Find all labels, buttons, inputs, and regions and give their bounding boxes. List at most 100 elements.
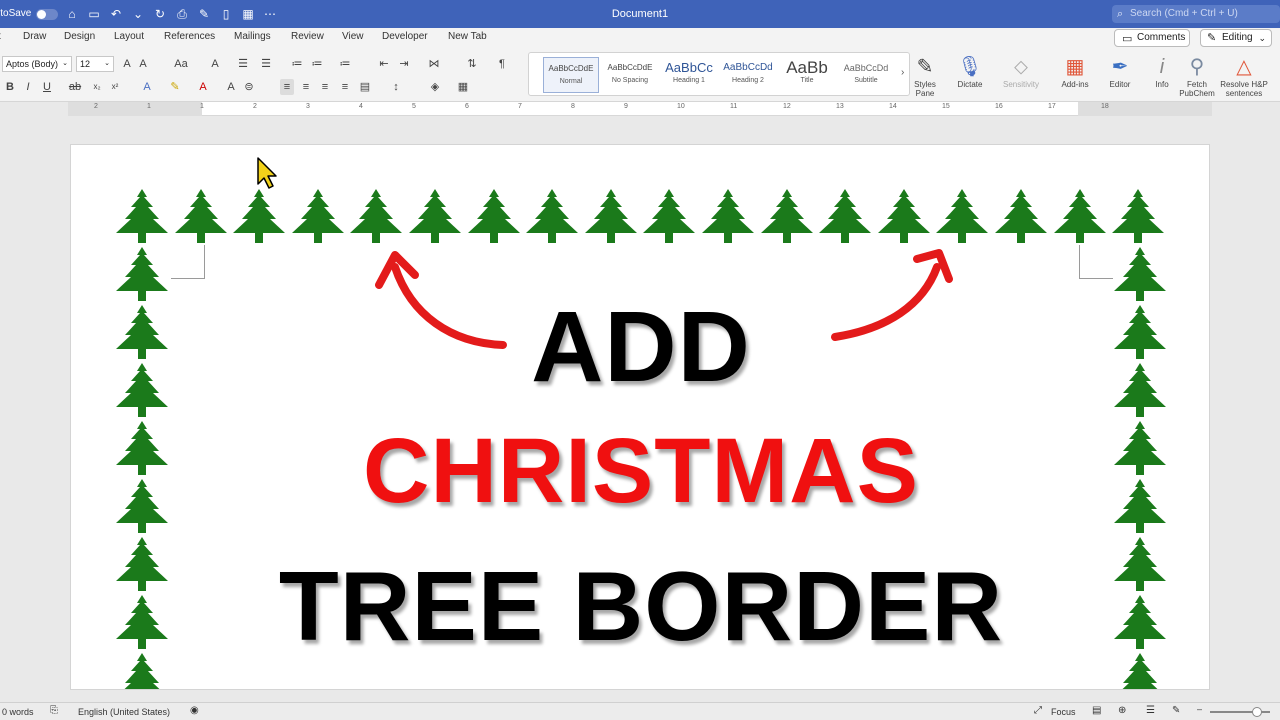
style-heading-2[interactable]: AaBbCcDd Heading 2	[720, 57, 776, 93]
style-name: Normal	[559, 78, 583, 85]
print-layout-icon[interactable]: ▤	[1092, 705, 1101, 716]
font-name-value: Aptos (Body)	[6, 59, 59, 69]
style-name: Heading 2	[732, 77, 764, 84]
distributed-icon[interactable]: ▤	[358, 79, 372, 95]
font-name-select[interactable]: Aptos (Body) ⌄	[2, 56, 72, 72]
christmas-tree-icon	[467, 189, 520, 243]
bold-icon[interactable]: B	[3, 79, 17, 95]
comments-button[interactable]: ▭ Comments	[1114, 29, 1190, 47]
char-shading-icon[interactable]: A	[224, 79, 238, 95]
sort-icon[interactable]: ⇅	[465, 56, 479, 72]
cursor-icon	[257, 157, 277, 189]
styles-pane-button[interactable]: ✎ Styles Pane	[910, 54, 940, 98]
borders-icon[interactable]: ▦	[456, 79, 470, 95]
style-name: Title	[800, 77, 814, 84]
zoom-out-icon[interactable]: –	[1197, 704, 1202, 714]
dictate-label: Dictate	[957, 80, 983, 89]
ruler-number: 9	[624, 103, 628, 110]
ruler-number: 4	[359, 103, 363, 110]
pilcrow-icon[interactable]: ¶	[495, 56, 509, 72]
tab-new-tab[interactable]: New Tab	[448, 31, 487, 42]
italic-icon[interactable]: I	[21, 79, 35, 95]
search-field[interactable]: Search (Cmd + Ctrl + U)	[1112, 5, 1280, 23]
tab-design[interactable]: Design	[64, 31, 95, 42]
accessibility-icon[interactable]: ◉	[190, 705, 199, 716]
sensitivity-button[interactable]: ⬦ Sensitivity	[998, 54, 1044, 89]
chevron-right-icon[interactable]: ›	[901, 67, 904, 78]
proofing-icon[interactable]: ⎘	[50, 705, 58, 716]
ruler-number: 16	[995, 103, 1003, 110]
christmas-tree-icon	[643, 189, 696, 243]
web-layout-icon[interactable]: ⊕	[1118, 705, 1126, 716]
editing-mode-button[interactable]: ✎ Editing ⌄	[1200, 29, 1272, 47]
tab-mailings[interactable]: Mailings	[234, 31, 271, 42]
style-subtitle[interactable]: AaBbCcDd Subtitle	[838, 57, 894, 93]
numbered-list-icon[interactable]: ≔	[310, 56, 324, 72]
dictate-button[interactable]: 🎙 Dictate	[952, 54, 988, 89]
font-size-select[interactable]: 12 ⌄	[76, 56, 114, 72]
align-right-icon[interactable]: ≡	[318, 79, 332, 95]
multilevel-list-icon[interactable]: ≔	[338, 56, 352, 72]
style-sample: AaBbCcDd	[723, 62, 773, 73]
focus-label[interactable]: Focus	[1051, 707, 1076, 717]
bullets-icon[interactable]: ☰	[236, 56, 250, 72]
tab-draw[interactable]: Draw	[23, 31, 46, 42]
editor-button[interactable]: ✒ Editor	[1102, 54, 1138, 89]
style-title[interactable]: AaBb Title	[779, 57, 835, 93]
ruler-number: 3	[306, 103, 310, 110]
subscript-icon[interactable]: x₂	[90, 79, 104, 95]
language-status[interactable]: English (United States)	[78, 707, 170, 717]
tab-references[interactable]: References	[164, 31, 215, 42]
align-left-icon[interactable]: ≡	[280, 79, 294, 95]
font-color-icon[interactable]: A	[196, 79, 210, 95]
text-effects-icon[interactable]: ⋈	[427, 56, 441, 72]
document-page[interactable]: ADD CHRISTMAS TREE BORDER	[70, 144, 1210, 690]
clear-format-icon[interactable]: A	[208, 56, 222, 72]
draft-view-icon[interactable]: ✎	[1172, 705, 1180, 716]
tab-review[interactable]: Review	[291, 31, 324, 42]
style-normal[interactable]: AaBbCcDdE Normal	[543, 57, 599, 93]
christmas-tree-icon	[409, 189, 461, 243]
style-no-spacing[interactable]: AaBbCcDdE No Spacing	[602, 57, 658, 93]
style-name: No Spacing	[611, 77, 649, 84]
ruler-number: 1	[147, 103, 151, 110]
bullets-list-icon[interactable]: ≔	[290, 56, 304, 72]
info-button[interactable]: i Info	[1148, 54, 1176, 89]
style-heading-1[interactable]: AaBbCc Heading 1	[661, 57, 717, 93]
line-spacing-icon[interactable]: ↕	[389, 79, 403, 95]
align-center-icon[interactable]: ≡	[299, 79, 313, 95]
change-case-icon[interactable]: Aa	[170, 56, 192, 72]
ruler-right-margin	[1078, 102, 1212, 116]
resolve-button[interactable]: △ Resolve H&P sentences	[1218, 54, 1270, 98]
outline-view-icon[interactable]: ☰	[1146, 705, 1155, 716]
shrink-font-icon[interactable]: A	[136, 56, 150, 72]
ribbon-home: Aptos (Body) ⌄ 12 ⌄ A A Aa A ☰ ☰ ≔ ≔ ≔ ⇤ ⇥…	[0, 50, 1280, 102]
tab-home-fragment[interactable]: t	[0, 31, 1, 42]
text-effects-a-icon[interactable]: A	[140, 79, 154, 95]
char-border-icon[interactable]: ⊜	[242, 79, 256, 95]
highlight-icon[interactable]: ✎	[168, 79, 182, 95]
underline-icon[interactable]: U	[40, 79, 54, 95]
ruler-number: 8	[571, 103, 575, 110]
editing-label: Editing	[1222, 32, 1253, 43]
strikethrough-icon[interactable]: ab	[68, 79, 82, 95]
decrease-indent-icon[interactable]: ⇤	[377, 56, 391, 72]
increase-indent-icon[interactable]: ⇥	[397, 56, 411, 72]
addins-button[interactable]: ▦ Add-ins	[1056, 54, 1094, 89]
chevron-down-icon: ⌄	[1258, 33, 1266, 43]
horizontal-ruler[interactable]: 2 1 1 2 3 4 5 6 7 8 9 10 11 12 13 14 15 16 17 18	[68, 102, 1212, 116]
numbering-icon[interactable]: ☰	[259, 56, 273, 72]
superscript-icon[interactable]: x²	[108, 79, 122, 95]
word-count[interactable]: 0 words	[2, 707, 34, 717]
tab-layout[interactable]: Layout	[114, 31, 144, 42]
ruler-number: 15	[942, 103, 950, 110]
justify-icon[interactable]: ≡	[338, 79, 352, 95]
grow-font-icon[interactable]: A	[120, 56, 134, 72]
fetch-pubchem-button[interactable]: ⚲ Fetch PubChem	[1178, 54, 1216, 98]
tab-developer[interactable]: Developer	[382, 31, 428, 42]
tab-view[interactable]: View	[342, 31, 364, 42]
focus-icon[interactable]: ⤢	[1034, 705, 1042, 716]
shading-icon[interactable]: ◈	[428, 79, 442, 95]
zoom-slider-thumb[interactable]	[1252, 707, 1262, 717]
ruler-number: 2	[253, 103, 257, 110]
